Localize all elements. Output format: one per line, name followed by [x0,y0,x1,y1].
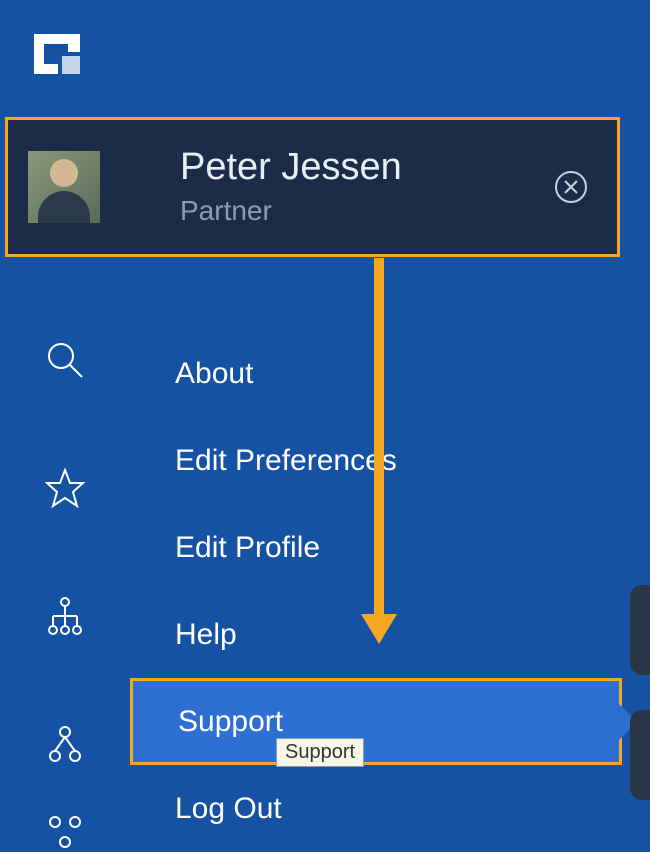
menu-item-label: Log Out [175,792,282,826]
main-area: About Edit Preferences Edit Profile Help… [0,300,650,852]
close-icon [564,180,578,194]
profile-role: Partner [180,195,555,227]
menu-item-label: Edit Profile [175,531,320,565]
menu-item-label: About [175,357,253,391]
menu-item-edit-profile[interactable]: Edit Profile [130,504,650,591]
right-tab-1[interactable] [630,585,650,675]
profile-card[interactable]: Peter Jessen Partner [5,117,620,257]
search-icon[interactable] [45,340,85,380]
menu-list: About Edit Preferences Edit Profile Help… [130,300,650,852]
menu-item-label: Edit Preferences [175,444,397,478]
right-edge-tabs [630,585,650,835]
menu-item-log-out[interactable]: Log Out [130,765,650,852]
hierarchy-icon[interactable] [45,724,85,764]
annotation-arrow [374,258,384,616]
right-tab-2[interactable] [630,710,650,800]
star-icon[interactable] [45,468,85,508]
org-tree-icon[interactable] [45,596,85,636]
profile-info: Peter Jessen Partner [180,147,555,227]
menu-item-about[interactable]: About [130,330,650,417]
app-logo[interactable] [28,28,86,80]
close-button[interactable] [555,171,587,203]
menu-item-edit-preferences[interactable]: Edit Preferences [130,417,650,504]
menu-item-label: Help [175,618,237,652]
logo-area [0,0,650,80]
tooltip: Support [276,738,364,767]
icon-rail [0,300,130,852]
menu-item-label: Support [178,705,283,739]
menu-item-support[interactable]: Support [130,678,622,765]
avatar [28,151,100,223]
people-icon[interactable] [45,812,85,852]
profile-name: Peter Jessen [180,147,555,189]
